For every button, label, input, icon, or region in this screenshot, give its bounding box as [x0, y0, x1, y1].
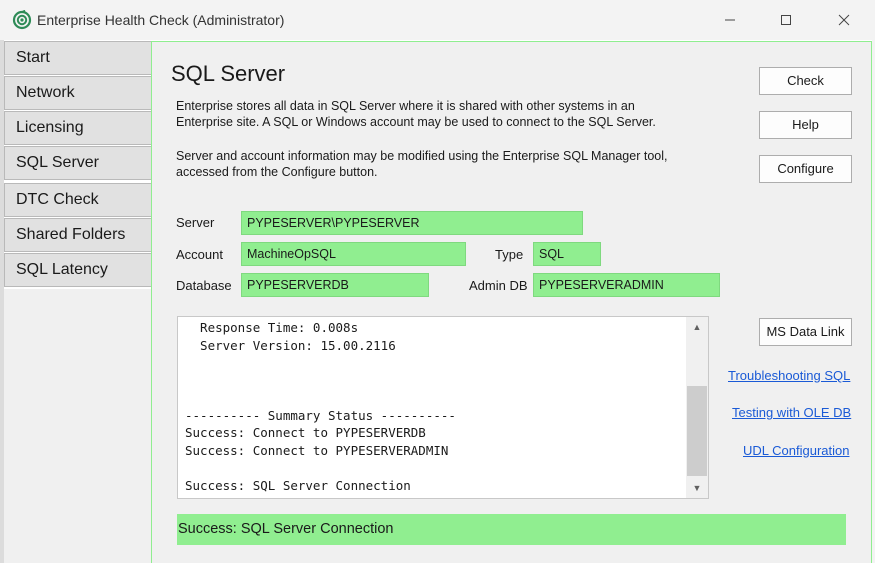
account-label: Account	[176, 247, 223, 262]
log-line: Server Version: 15.00.2116	[185, 337, 396, 353]
close-button[interactable]	[822, 6, 866, 34]
tab-label: Network	[16, 84, 75, 101]
sidebar-background	[4, 289, 152, 563]
tab-licensing[interactable]: Licensing	[4, 111, 152, 145]
log-line: Response Time: 0.008s	[185, 320, 359, 335]
tab-label: Start	[16, 49, 50, 66]
tab-label: Shared Folders	[16, 226, 126, 243]
status-bar: Success: SQL Server Connection	[177, 514, 846, 545]
account-field[interactable]: MachineOpSQL	[241, 242, 466, 266]
tab-label: SQL Server	[16, 154, 99, 171]
server-label: Server	[176, 215, 215, 230]
description-storage: Enterprise stores all data in SQL Server…	[176, 98, 736, 130]
tab-label: DTC Check	[16, 191, 99, 208]
log-line: Success: SQL Server Connection	[185, 477, 411, 493]
ms-data-link-button[interactable]: MS Data Link	[759, 318, 852, 346]
check-button[interactable]: Check	[759, 67, 852, 95]
tab-shared-folders[interactable]: Shared Folders	[4, 218, 152, 252]
troubleshooting-sql-link[interactable]: Troubleshooting SQL	[728, 368, 850, 383]
description-line: accessed from the Configure button.	[176, 165, 378, 179]
description-line: Enterprise site. A SQL or Windows accoun…	[176, 115, 656, 129]
tab-network[interactable]: Network	[4, 76, 152, 110]
page-title: SQL Server	[171, 61, 286, 86]
maximize-button[interactable]	[764, 6, 808, 34]
scroll-up-icon[interactable]: ▲	[686, 317, 708, 337]
testing-ole-db-link[interactable]: Testing with OLE DB	[732, 405, 851, 420]
close-icon	[838, 14, 850, 26]
tab-sql-server[interactable]: SQL Server	[4, 146, 152, 180]
tab-start[interactable]: Start	[4, 41, 152, 75]
scroll-thumb[interactable]	[687, 386, 707, 476]
tab-dtc-check[interactable]: DTC Check	[4, 183, 152, 217]
results-log[interactable]: Response Time: 0.008s Server Version: 15…	[177, 316, 709, 499]
description-configure: Server and account information may be mo…	[176, 148, 736, 180]
window-title: Enterprise Health Check (Administrator)	[37, 12, 285, 28]
type-label: Type	[495, 247, 524, 262]
minimize-button[interactable]	[708, 6, 752, 34]
admin-db-field[interactable]: PYPESERVERADMIN	[533, 273, 720, 297]
udl-configuration-link[interactable]: UDL Configuration	[743, 443, 849, 458]
type-field[interactable]: SQL	[533, 242, 601, 266]
configure-button[interactable]: Configure	[759, 155, 852, 183]
title-bar: Enterprise Health Check (Administrator)	[0, 0, 875, 40]
description-line: Enterprise stores all data in SQL Server…	[176, 99, 635, 113]
log-lines: Response Time: 0.008s Server Version: 15…	[185, 319, 456, 494]
maximize-icon	[781, 15, 791, 25]
database-label: Database	[176, 278, 232, 293]
log-scrollbar[interactable]: ▲ ▼	[686, 317, 708, 498]
database-field[interactable]: PYPESERVERDB	[241, 273, 429, 297]
tab-label: SQL Latency	[16, 261, 108, 278]
health-check-app-icon	[12, 9, 32, 30]
help-button[interactable]: Help	[759, 111, 852, 139]
description-line: Server and account information may be mo…	[176, 149, 668, 163]
log-line: Success: Connect to PYPESERVERDB	[185, 425, 426, 440]
minimize-icon	[725, 19, 735, 21]
admin-db-label: Admin DB	[469, 278, 528, 293]
server-field[interactable]: PYPESERVER\PYPESERVER	[241, 211, 583, 235]
log-line: ---------- Summary Status ----------	[185, 407, 456, 423]
scroll-down-icon[interactable]: ▼	[686, 478, 708, 498]
tab-label: Licensing	[16, 119, 84, 136]
tab-sql-latency[interactable]: SQL Latency	[4, 253, 152, 287]
log-line: Success: Connect to PYPESERVERADMIN	[185, 442, 449, 458]
